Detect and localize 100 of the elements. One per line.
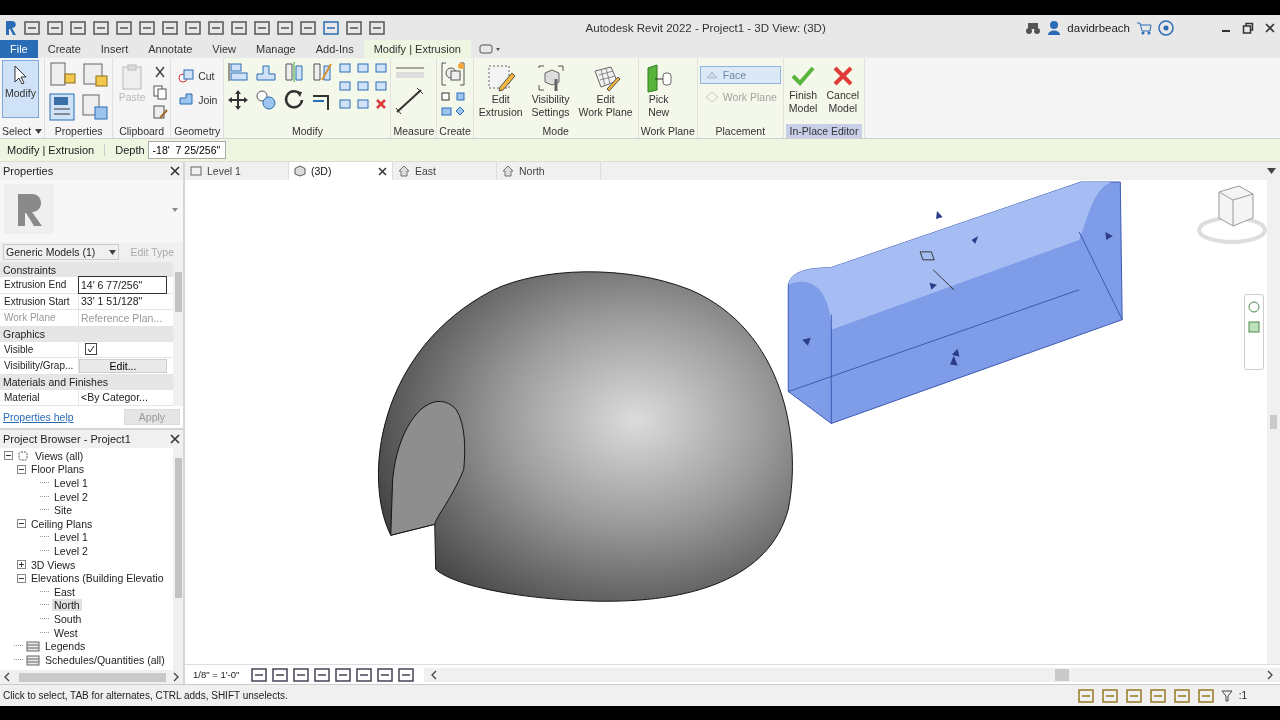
tree-item[interactable]: East <box>52 585 77 598</box>
navigation-bar[interactable] <box>1244 294 1264 370</box>
cube-view-icon <box>294 165 306 177</box>
ribbon-tab[interactable]: Modify | Extrusion <box>363 40 471 58</box>
tree-item[interactable]: Schedules/Quantities (all) <box>43 653 167 666</box>
tree-item[interactable]: Level 1 <box>52 477 90 489</box>
ribbon-button[interactable]: Visibility Settings <box>528 60 573 122</box>
document-tab[interactable]: (3D) <box>289 162 393 180</box>
tree-item[interactable]: Site <box>52 504 75 517</box>
tree-item[interactable]: Level 2 <box>52 544 90 557</box>
window-title: Autodesk Revit 2022 - Project1 - 3D View: (3D) <box>584 21 827 34</box>
ribbon-button[interactable]: Modify <box>2 60 39 118</box>
join-shape-icon <box>177 92 196 108</box>
zoom-icon[interactable] <box>1248 321 1260 333</box>
scroll-right-icon[interactable] <box>1266 669 1274 680</box>
panel-label: Geometry <box>173 124 222 138</box>
panel-label: Clipboard <box>118 124 166 138</box>
user-name[interactable]: davidrbeach <box>1067 21 1130 34</box>
caret-icon[interactable] <box>35 128 43 134</box>
caret-icon[interactable] <box>109 249 116 255</box>
type-selector-icon[interactable] <box>80 60 111 90</box>
tree-item[interactable]: Floor Plans <box>29 463 87 476</box>
ribbon-button[interactable]: Finish Model <box>785 60 821 118</box>
ribbon-tab[interactable]: Annotate <box>138 40 203 58</box>
ribbon-tab[interactable]: File <box>0 40 38 58</box>
scroll-right-icon[interactable] <box>172 672 180 682</box>
tree-item[interactable]: West <box>52 626 80 639</box>
copy-icon[interactable] <box>152 84 169 100</box>
property-name: Material <box>3 391 41 403</box>
type-selector[interactable]: Generic Models (1) <box>3 244 119 260</box>
ribbon-button[interactable]: Pick New <box>640 60 677 122</box>
tab-menu-icon[interactable] <box>1267 168 1276 174</box>
property-value[interactable]: <By Categor... <box>78 389 167 405</box>
close-icon[interactable] <box>170 166 180 176</box>
scrollbar[interactable] <box>424 667 1280 682</box>
panel-label[interactable]: Select <box>2 124 43 138</box>
checkbox[interactable] <box>85 343 97 356</box>
ribbon-button[interactable]: Edit Extrusion <box>475 60 526 122</box>
scroll-left-icon[interactable] <box>3 672 11 682</box>
property-value[interactable]: 33' 1 51/128" <box>78 293 167 309</box>
match-properties-icon[interactable] <box>152 104 169 120</box>
properties-palette-icon[interactable] <box>47 92 78 122</box>
cart-icon[interactable] <box>1136 20 1152 35</box>
tree-item[interactable]: Views (all) <box>33 449 86 462</box>
ribbon-tab[interactable]: Add-Ins <box>305 40 364 58</box>
ribbon-tab[interactable]: Insert <box>90 40 139 58</box>
tree-item[interactable]: Elevations (Building Elevatio <box>29 572 166 585</box>
property-name: Visible <box>3 343 35 355</box>
tree-item[interactable]: Level 2 <box>52 490 90 503</box>
tree-item[interactable]: Ceiling Plans <box>29 517 95 530</box>
edit-button[interactable]: Edit... <box>79 358 167 373</box>
scrollbar[interactable] <box>1267 180 1280 664</box>
family-types-icon[interactable] <box>80 92 111 122</box>
ribbon-tab[interactable]: Manage <box>246 40 306 58</box>
tree-item[interactable]: Legends <box>43 640 88 653</box>
panel-toggle-icon[interactable] <box>478 43 501 55</box>
tree-item[interactable]: 3D Views <box>29 558 78 571</box>
plan-view-icon <box>190 165 202 177</box>
scroll-left-icon[interactable] <box>430 669 439 680</box>
ribbon-button[interactable]: Join <box>173 90 222 110</box>
collapse-icon[interactable] <box>17 519 26 529</box>
pencil-sheet-icon <box>485 63 516 93</box>
collapse-icon[interactable] <box>17 573 26 583</box>
help-link[interactable]: Properties help <box>3 411 74 423</box>
property-value[interactable]: 14' 6 77/256" <box>78 276 167 294</box>
close-icon[interactable] <box>1264 21 1276 34</box>
ribbon-tab[interactable]: View <box>202 40 246 58</box>
filter-icon[interactable] <box>1220 689 1233 702</box>
ribbon-tab[interactable]: Create <box>37 40 91 58</box>
collapse-icon[interactable] <box>4 451 13 461</box>
scroll-thumb[interactable] <box>1055 668 1070 681</box>
expand-icon[interactable] <box>17 560 26 570</box>
scrollbar[interactable] <box>173 262 183 406</box>
panel-label: Mode <box>541 124 570 138</box>
copy-shape-icon[interactable] <box>254 88 279 112</box>
tree-item[interactable]: Level 1 <box>52 531 90 544</box>
depth-label: Depth <box>115 144 145 156</box>
group-header[interactable]: Constraints <box>0 262 173 277</box>
ribbon-button[interactable]: Edit Work Plane <box>575 60 636 122</box>
tree-item[interactable]: South <box>52 612 84 625</box>
restore-icon[interactable] <box>1242 21 1254 34</box>
create-group-icon[interactable] <box>439 60 468 88</box>
close-icon[interactable] <box>378 166 387 176</box>
scrollbar[interactable] <box>0 670 183 684</box>
scale-label[interactable]: 1/8" = 1'-0" <box>193 669 240 680</box>
depth-field[interactable]: -18' 7 25/256" <box>147 141 226 159</box>
ribbon-button[interactable]: Cancel Model <box>823 60 863 118</box>
steering-wheel-icon[interactable] <box>1248 301 1260 313</box>
close-icon[interactable] <box>170 434 180 444</box>
binoculars-icon[interactable] <box>1025 20 1042 35</box>
help-icon[interactable] <box>1158 19 1174 36</box>
create-parts-icon[interactable] <box>439 90 468 118</box>
tree-item[interactable]: North <box>52 599 82 612</box>
delete-icon[interactable] <box>374 97 389 111</box>
user-icon[interactable] <box>1047 19 1062 36</box>
ribbon-button[interactable]: Cut <box>173 66 222 86</box>
app-logo-icon[interactable] <box>4 19 18 36</box>
panel-title: Properties <box>3 165 54 177</box>
collapse-icon[interactable] <box>17 464 26 474</box>
context-label: Modify | Extrusion <box>7 144 106 156</box>
